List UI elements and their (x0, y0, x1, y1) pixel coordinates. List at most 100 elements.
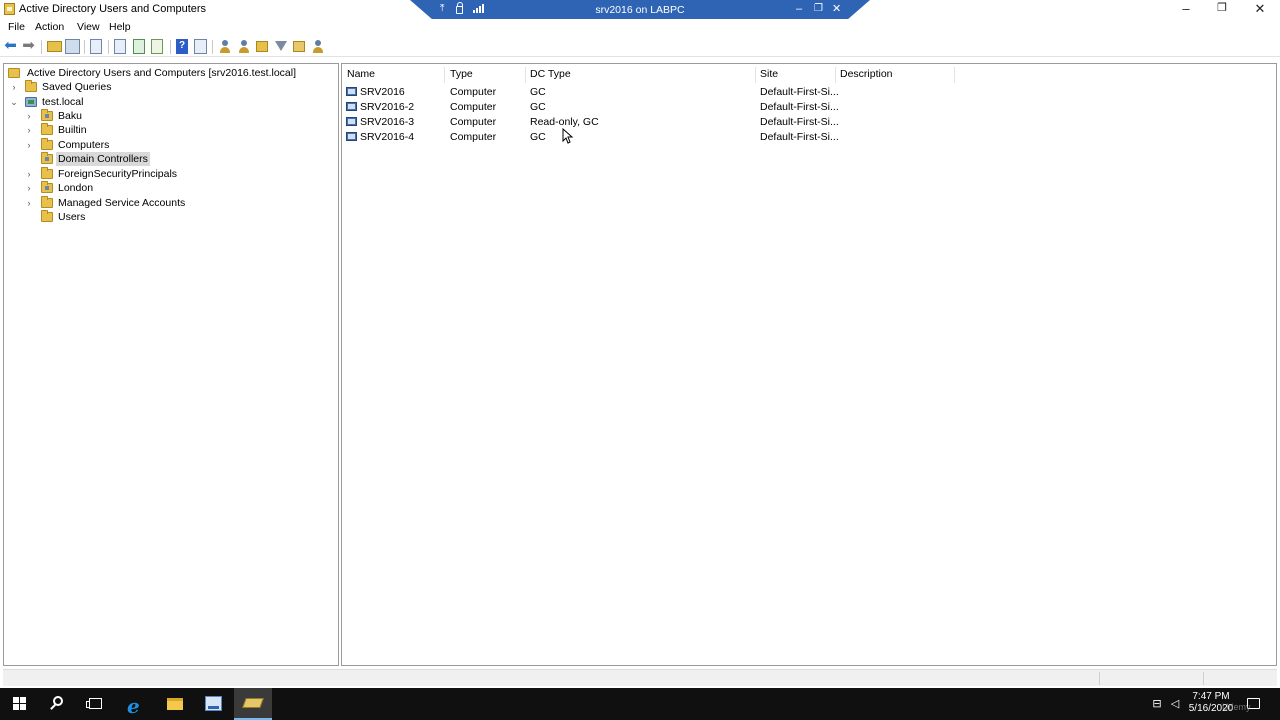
ou-icon (41, 181, 53, 193)
cell-dc-type: GC (530, 86, 546, 98)
start-icon (13, 697, 26, 710)
chevron-right-icon[interactable]: › (25, 196, 33, 210)
internet-explorer-button[interactable]: e (117, 688, 155, 720)
domain-icon (25, 97, 37, 107)
folder-icon (41, 123, 53, 135)
cell-site: Default-First-Si... (760, 86, 839, 98)
up-folder-icon[interactable] (47, 41, 62, 52)
network-icon[interactable]: ⊟ (1151, 698, 1163, 710)
table-row[interactable]: SRV2016 Computer GC Default-First-Si... (342, 85, 1242, 100)
filter-icon[interactable] (275, 41, 287, 51)
aduc-app-icon (4, 3, 15, 15)
window-title: Active Directory Users and Computers (19, 3, 207, 15)
tree-item-label: Users (58, 211, 86, 223)
computer-icon (346, 102, 357, 111)
column-header-name[interactable]: Name (347, 68, 375, 82)
table-row[interactable]: SRV2016-2 Computer GC Default-First-Si..… (342, 100, 1242, 115)
menu-action[interactable]: Action (35, 21, 64, 33)
udemy-watermark: Udemy (1222, 702, 1251, 712)
chevron-right-icon[interactable]: › (10, 80, 18, 94)
chevron-right-icon[interactable]: › (25, 181, 33, 195)
volume-icon[interactable]: ◁ (1169, 698, 1181, 710)
menu-file[interactable]: File (8, 21, 25, 33)
cell-site: Default-First-Si... (760, 131, 839, 143)
rdp-connection-bar[interactable]: ⤒ srv2016 on LABPC – ❐ ✕ (410, 0, 870, 20)
refresh-icon[interactable] (133, 39, 145, 54)
task-view-icon (86, 698, 102, 709)
ou-icon (41, 109, 53, 121)
cell-type: Computer (450, 86, 497, 98)
table-row[interactable]: SRV2016-4 Computer GC Default-First-Si..… (342, 130, 1242, 145)
maximize-button[interactable]: ❐ (1204, 0, 1240, 19)
table-row[interactable]: SRV2016-3 Computer Read-only, GC Default… (342, 115, 1242, 130)
delegate-control-icon[interactable] (293, 41, 305, 52)
column-divider[interactable] (525, 67, 526, 83)
start-button[interactable] (0, 688, 38, 720)
tree-item-label: Saved Queries (42, 81, 112, 93)
status-divider (1203, 672, 1204, 685)
chevron-right-icon[interactable]: › (25, 123, 33, 137)
cell-type: Computer (450, 131, 497, 143)
rdp-minimize-button[interactable]: – (796, 3, 802, 15)
delete-icon[interactable] (90, 39, 102, 54)
folder-icon (25, 80, 37, 92)
new-ou-icon[interactable] (256, 41, 268, 52)
cell-type: Computer (450, 116, 497, 128)
show-console-tree-icon[interactable] (65, 39, 80, 54)
results-list[interactable]: Name Type DC Type Site Description SRV20… (341, 63, 1277, 666)
column-divider[interactable] (444, 67, 445, 83)
tree-item-label: Domain Controllers (56, 152, 150, 166)
server-manager-icon (205, 696, 222, 711)
menu-help[interactable]: Help (109, 21, 131, 33)
column-divider[interactable] (835, 67, 836, 83)
folder-icon (41, 210, 53, 222)
minimize-button[interactable]: – (1168, 0, 1204, 19)
toolbar-separator (84, 40, 85, 54)
search-icon (53, 696, 63, 706)
cell-dc-type: Read-only, GC (530, 116, 599, 128)
status-bar (3, 669, 1277, 686)
new-group-icon[interactable] (238, 39, 250, 54)
aduc-taskbar-button[interactable] (234, 688, 272, 720)
toolbar: ⬅ ➡ ? (0, 37, 1280, 57)
help-icon[interactable]: ? (176, 39, 188, 54)
chevron-right-icon[interactable]: › (25, 138, 33, 152)
column-header-type[interactable]: Type (450, 68, 473, 82)
cell-dc-type: GC (530, 101, 546, 113)
toolbar-separator (41, 40, 42, 54)
chevron-down-icon[interactable]: ⌄ (10, 95, 18, 109)
toolbar-separator (170, 40, 171, 54)
cell-name: SRV2016-4 (360, 131, 415, 143)
new-user-icon[interactable] (219, 39, 231, 54)
server-manager-button[interactable] (195, 688, 233, 720)
properties-icon[interactable] (114, 39, 126, 54)
column-header-site[interactable]: Site (760, 68, 778, 82)
tree-item-label: Managed Service Accounts (58, 197, 186, 209)
cell-name: SRV2016 (360, 86, 405, 98)
column-divider[interactable] (755, 67, 756, 83)
toolbar-separator (212, 40, 213, 54)
show-action-pane-icon[interactable] (194, 39, 207, 54)
search-button[interactable] (38, 688, 76, 720)
column-header-description[interactable]: Description (840, 68, 893, 82)
cell-dc-type: GC (530, 131, 546, 143)
chevron-right-icon[interactable]: › (25, 109, 33, 123)
cell-site: Default-First-Si... (760, 116, 839, 128)
task-view-button[interactable] (77, 688, 115, 720)
chevron-right-icon[interactable]: › (25, 167, 33, 181)
column-header-dc-type[interactable]: DC Type (530, 68, 571, 82)
export-list-icon[interactable] (151, 39, 163, 54)
menu-view[interactable]: View (77, 21, 100, 33)
console-tree[interactable]: Active Directory Users and Computers [sr… (3, 63, 339, 666)
column-divider[interactable] (954, 67, 955, 83)
close-button[interactable]: ✕ (1242, 0, 1278, 19)
tree-item-label: London (58, 182, 94, 194)
rdp-restore-button[interactable]: ❐ (814, 3, 823, 15)
rdp-close-button[interactable]: ✕ (832, 3, 841, 15)
tree-item-label: test.local (42, 96, 84, 108)
forward-icon[interactable]: ➡ (21, 38, 36, 54)
find-icon[interactable] (312, 39, 324, 54)
tree-item-label: Baku (58, 110, 82, 122)
back-icon[interactable]: ⬅ (3, 38, 18, 54)
file-explorer-button[interactable] (156, 688, 194, 720)
